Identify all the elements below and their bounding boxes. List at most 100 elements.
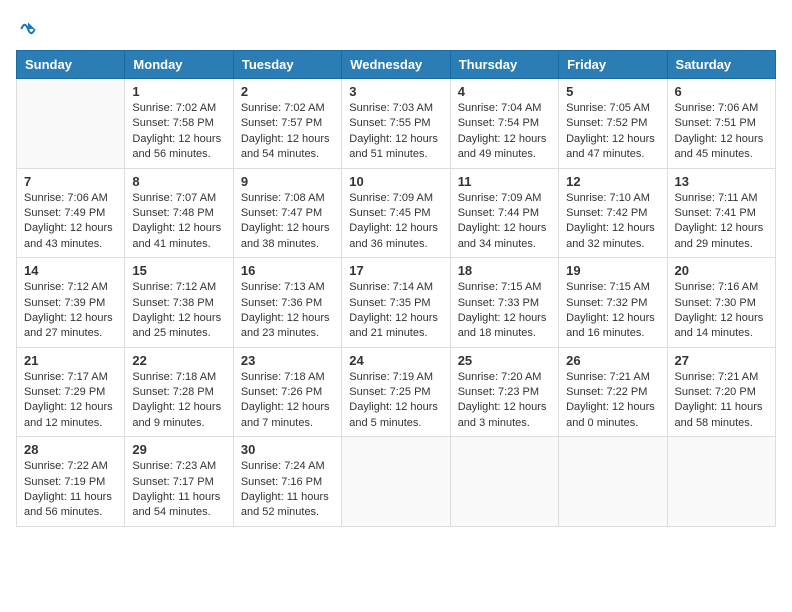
cell-line: Sunrise: 7:23 AM xyxy=(132,459,225,474)
cell-line: Sunrise: 7:08 AM xyxy=(241,191,334,206)
day-number: 20 xyxy=(675,263,768,278)
cell-line: Sunrise: 7:12 AM xyxy=(24,280,117,295)
calendar-cell: 20Sunrise: 7:16 AMSunset: 7:30 PMDayligh… xyxy=(667,258,775,348)
cell-line: Sunset: 7:36 PM xyxy=(241,296,334,311)
calendar-cell: 5Sunrise: 7:05 AMSunset: 7:52 PMDaylight… xyxy=(559,79,667,169)
cell-line: Sunrise: 7:15 AM xyxy=(566,280,659,295)
cell-line: Sunset: 7:22 PM xyxy=(566,385,659,400)
cell-line: Daylight: 12 hours xyxy=(132,221,225,236)
cell-line: and 7 minutes. xyxy=(241,416,334,431)
calendar-cell: 30Sunrise: 7:24 AMSunset: 7:16 PMDayligh… xyxy=(233,437,341,527)
day-number: 13 xyxy=(675,174,768,189)
day-number: 18 xyxy=(458,263,551,278)
calendar-cell: 12Sunrise: 7:10 AMSunset: 7:42 PMDayligh… xyxy=(559,168,667,258)
cell-line: Daylight: 12 hours xyxy=(241,311,334,326)
calendar-header-thursday: Thursday xyxy=(450,51,558,79)
calendar-cell: 6Sunrise: 7:06 AMSunset: 7:51 PMDaylight… xyxy=(667,79,775,169)
calendar-cell: 11Sunrise: 7:09 AMSunset: 7:44 PMDayligh… xyxy=(450,168,558,258)
cell-line: Sunrise: 7:09 AM xyxy=(458,191,551,206)
calendar-cell xyxy=(667,437,775,527)
cell-line: Sunset: 7:29 PM xyxy=(24,385,117,400)
calendar-cell: 19Sunrise: 7:15 AMSunset: 7:32 PMDayligh… xyxy=(559,258,667,348)
day-number: 24 xyxy=(349,353,442,368)
cell-line: Daylight: 12 hours xyxy=(132,311,225,326)
cell-line: Sunrise: 7:18 AM xyxy=(241,370,334,385)
calendar-cell: 9Sunrise: 7:08 AMSunset: 7:47 PMDaylight… xyxy=(233,168,341,258)
calendar-cell xyxy=(559,437,667,527)
cell-line: and 38 minutes. xyxy=(241,237,334,252)
cell-line: Sunrise: 7:07 AM xyxy=(132,191,225,206)
day-number: 1 xyxy=(132,84,225,99)
cell-line: Sunrise: 7:21 AM xyxy=(675,370,768,385)
cell-line: Daylight: 12 hours xyxy=(24,311,117,326)
cell-line: Sunset: 7:42 PM xyxy=(566,206,659,221)
cell-line: Sunrise: 7:02 AM xyxy=(241,101,334,116)
cell-line: Daylight: 11 hours xyxy=(24,490,117,505)
cell-line: Sunrise: 7:18 AM xyxy=(132,370,225,385)
cell-line: Daylight: 11 hours xyxy=(241,490,334,505)
cell-line: Sunrise: 7:11 AM xyxy=(675,191,768,206)
calendar-week-row-5: 28Sunrise: 7:22 AMSunset: 7:19 PMDayligh… xyxy=(17,437,776,527)
calendar-cell: 8Sunrise: 7:07 AMSunset: 7:48 PMDaylight… xyxy=(125,168,233,258)
cell-line: Sunset: 7:47 PM xyxy=(241,206,334,221)
calendar-cell: 27Sunrise: 7:21 AMSunset: 7:20 PMDayligh… xyxy=(667,347,775,437)
cell-line: Sunrise: 7:06 AM xyxy=(24,191,117,206)
cell-line: and 29 minutes. xyxy=(675,237,768,252)
cell-line: Sunrise: 7:16 AM xyxy=(675,280,768,295)
cell-line: Sunrise: 7:22 AM xyxy=(24,459,117,474)
cell-line: and 32 minutes. xyxy=(566,237,659,252)
cell-line: Sunset: 7:33 PM xyxy=(458,296,551,311)
cell-line: Sunset: 7:28 PM xyxy=(132,385,225,400)
cell-line: Sunset: 7:25 PM xyxy=(349,385,442,400)
day-number: 29 xyxy=(132,442,225,457)
cell-line: Sunset: 7:17 PM xyxy=(132,475,225,490)
cell-line: Sunrise: 7:13 AM xyxy=(241,280,334,295)
cell-line: Daylight: 12 hours xyxy=(675,132,768,147)
cell-line: Sunset: 7:32 PM xyxy=(566,296,659,311)
cell-line: Daylight: 12 hours xyxy=(241,221,334,236)
cell-line: Daylight: 12 hours xyxy=(566,132,659,147)
cell-line: and 34 minutes. xyxy=(458,237,551,252)
cell-line: Sunset: 7:39 PM xyxy=(24,296,117,311)
calendar-header-monday: Monday xyxy=(125,51,233,79)
calendar-cell xyxy=(450,437,558,527)
day-number: 2 xyxy=(241,84,334,99)
calendar-header-wednesday: Wednesday xyxy=(342,51,450,79)
cell-line: and 43 minutes. xyxy=(24,237,117,252)
cell-line: Daylight: 12 hours xyxy=(349,221,442,236)
cell-line: Daylight: 12 hours xyxy=(566,311,659,326)
calendar-cell: 28Sunrise: 7:22 AMSunset: 7:19 PMDayligh… xyxy=(17,437,125,527)
cell-line: and 41 minutes. xyxy=(132,237,225,252)
day-number: 28 xyxy=(24,442,117,457)
cell-line: and 21 minutes. xyxy=(349,326,442,341)
cell-line: and 45 minutes. xyxy=(675,147,768,162)
cell-line: Daylight: 12 hours xyxy=(458,400,551,415)
cell-line: and 23 minutes. xyxy=(241,326,334,341)
day-number: 4 xyxy=(458,84,551,99)
cell-line: Sunrise: 7:14 AM xyxy=(349,280,442,295)
cell-line: and 14 minutes. xyxy=(675,326,768,341)
logo xyxy=(16,16,38,42)
cell-line: Daylight: 12 hours xyxy=(458,132,551,147)
calendar-cell: 26Sunrise: 7:21 AMSunset: 7:22 PMDayligh… xyxy=(559,347,667,437)
cell-line: Sunset: 7:16 PM xyxy=(241,475,334,490)
cell-line: and 9 minutes. xyxy=(132,416,225,431)
cell-line: Sunset: 7:49 PM xyxy=(24,206,117,221)
day-number: 6 xyxy=(675,84,768,99)
cell-line: and 49 minutes. xyxy=(458,147,551,162)
cell-line: and 18 minutes. xyxy=(458,326,551,341)
cell-line: Sunset: 7:45 PM xyxy=(349,206,442,221)
cell-line: Daylight: 12 hours xyxy=(675,221,768,236)
day-number: 21 xyxy=(24,353,117,368)
cell-line: Sunset: 7:52 PM xyxy=(566,116,659,131)
cell-line: and 3 minutes. xyxy=(458,416,551,431)
cell-line: and 27 minutes. xyxy=(24,326,117,341)
cell-line: Sunset: 7:54 PM xyxy=(458,116,551,131)
cell-line: Sunrise: 7:12 AM xyxy=(132,280,225,295)
cell-line: Daylight: 12 hours xyxy=(349,400,442,415)
cell-line: Sunrise: 7:06 AM xyxy=(675,101,768,116)
calendar-cell: 1Sunrise: 7:02 AMSunset: 7:58 PMDaylight… xyxy=(125,79,233,169)
cell-line: Sunrise: 7:21 AM xyxy=(566,370,659,385)
day-number: 16 xyxy=(241,263,334,278)
calendar-cell xyxy=(342,437,450,527)
